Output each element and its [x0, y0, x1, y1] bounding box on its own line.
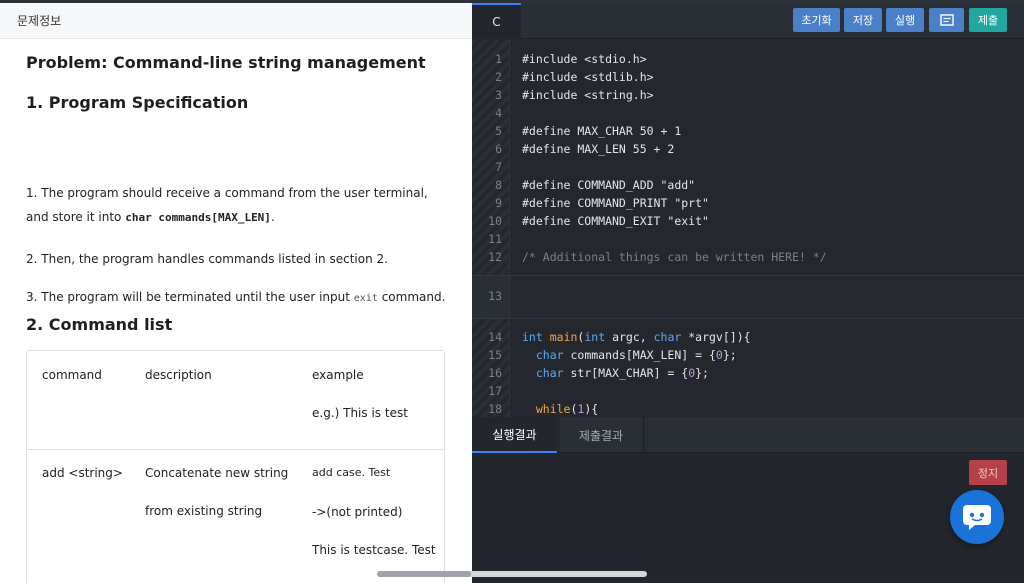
save-button[interactable]: 저장: [844, 8, 882, 32]
code-line: #define MAX_LEN 55 + 2: [522, 142, 675, 156]
code-editor[interactable]: 1 2 3 4 5 6 7 8 9 10 11 12 #include <std…: [472, 40, 1024, 417]
code-token: argc,: [605, 330, 654, 344]
scrollbar-thumb[interactable]: [377, 571, 471, 577]
code-token: int: [522, 330, 543, 344]
code-line: #include <stdlib.h>: [522, 70, 654, 84]
spec-item-3: 3. The program will be terminated until …: [26, 285, 446, 311]
code-line: #include <string.h>: [522, 88, 654, 102]
line-number: 13: [488, 289, 502, 303]
table-row: add <string> Concatenate new string from…: [27, 450, 444, 583]
section1-title: 1. Program Specification: [26, 93, 249, 112]
code-token: };: [722, 348, 737, 362]
spec1-period: .: [270, 210, 275, 224]
line-number: 1: [495, 52, 502, 66]
command-table: command description example e.g.) This i…: [26, 350, 445, 583]
code-token: char: [535, 348, 564, 362]
problem-panel: 문제정보 Problem: Command-line string manage…: [0, 3, 472, 583]
code-token: 0: [715, 348, 723, 362]
line-number: 9: [495, 196, 502, 210]
line-number: 18: [488, 402, 502, 416]
col-header-example: example: [312, 368, 364, 382]
chat-button[interactable]: [950, 490, 1004, 544]
tab-language-c[interactable]: C: [472, 3, 521, 39]
cell-description-1: Concatenate new string: [145, 466, 289, 480]
col-header-command: command: [42, 368, 102, 382]
cell-description-2: from existing string: [145, 504, 263, 518]
col-header-description: description: [145, 368, 212, 382]
chat-bubble-icon: [963, 505, 991, 530]
line-number: 16: [488, 366, 502, 380]
memo-button[interactable]: [929, 8, 964, 32]
line-number: 17: [488, 384, 502, 398]
code-token: while: [535, 402, 571, 416]
spec-item-2: 2. Then, the program handles commands li…: [26, 252, 388, 266]
code-line: int main(int argc, char *argv[]){: [522, 330, 751, 344]
line-number: 5: [495, 124, 502, 138]
code-line: char str[MAX_CHAR] = {0};: [522, 366, 709, 380]
col-header-example-extra: e.g.) This is test: [312, 406, 408, 420]
code-comment: /* Additional things can be written HERE…: [522, 250, 827, 264]
tab-run-result[interactable]: 실행결과: [472, 417, 557, 453]
tab-submit-result[interactable]: 제출결과: [558, 417, 644, 453]
code-line: char commands[MAX_LEN] = {0};: [522, 348, 737, 362]
cell-example-3: This is testcase. Test: [312, 543, 436, 557]
reset-button[interactable]: 초기화: [793, 8, 840, 32]
code-token: };: [695, 366, 709, 380]
code-line: #define MAX_CHAR 50 + 1: [522, 124, 682, 138]
code-token: ){: [584, 402, 599, 416]
result-panel: 실행결과 제출결과 정지: [472, 417, 1024, 583]
problem-title: Problem: Command-line string management: [26, 53, 426, 72]
line-number: 6: [495, 142, 502, 156]
stop-button[interactable]: 정지: [969, 460, 1007, 485]
code-line: #define COMMAND_ADD "add": [522, 178, 696, 192]
editor-toolbar: C 초기화 저장 실행 제출: [472, 3, 1024, 39]
line-number: 7: [495, 160, 502, 174]
line-number: 11: [488, 232, 502, 246]
code-token: str[MAX_CHAR] = {: [563, 366, 689, 380]
cell-example-1: add case. Test: [312, 466, 391, 479]
spec3-code: exit: [353, 293, 378, 304]
problem-info-title: 문제정보: [17, 14, 62, 28]
line-number: 10: [488, 214, 502, 228]
spec1-code: char commands[MAX_LEN]: [125, 211, 271, 224]
code-token: int: [584, 330, 606, 344]
submit-button[interactable]: 제출: [969, 8, 1007, 32]
spec-item-1: 1. The program should receive a command …: [26, 181, 446, 230]
code-line: #define COMMAND_EXIT "exit": [522, 214, 709, 228]
region-divider: [472, 318, 1024, 319]
line-number: 2: [495, 70, 502, 84]
cell-command: add <string>: [42, 466, 123, 480]
cell-example-2: ->(not printed): [312, 505, 403, 519]
result-tabs: 실행결과 제출결과: [472, 417, 1024, 453]
line-number: 12: [488, 250, 502, 264]
code-token: *argv[]){: [681, 330, 751, 344]
run-button[interactable]: 실행: [886, 8, 924, 32]
editor-panel: C 초기화 저장 실행 제출 1 2 3 4 5 6 7 8 9 10 11 1…: [472, 3, 1024, 583]
code-token: char: [653, 330, 682, 344]
code-token: char: [535, 366, 564, 380]
line-number: 14: [488, 330, 502, 344]
section2-title: 2. Command list: [26, 315, 173, 334]
spec3-text: 3. The program will be terminated until …: [26, 290, 350, 304]
memo-icon: [939, 14, 954, 26]
code-token: commands[MAX_LEN] = {: [563, 348, 716, 362]
line-number: 4: [495, 106, 502, 120]
code-line: #define COMMAND_PRINT "prt": [522, 196, 709, 210]
line-number: 8: [495, 178, 502, 192]
line-number: 3: [495, 88, 502, 102]
editable-region[interactable]: 13: [472, 276, 1024, 318]
table-header-row: command description example e.g.) This i…: [27, 351, 444, 450]
spec3-text-end: command.: [381, 290, 446, 304]
code-token: main: [549, 330, 578, 344]
code-line: #include <stdio.h>: [522, 52, 647, 66]
problem-info-header: 문제정보: [0, 3, 472, 39]
code-line: while(1){: [522, 402, 598, 416]
line-number: 15: [488, 348, 502, 362]
